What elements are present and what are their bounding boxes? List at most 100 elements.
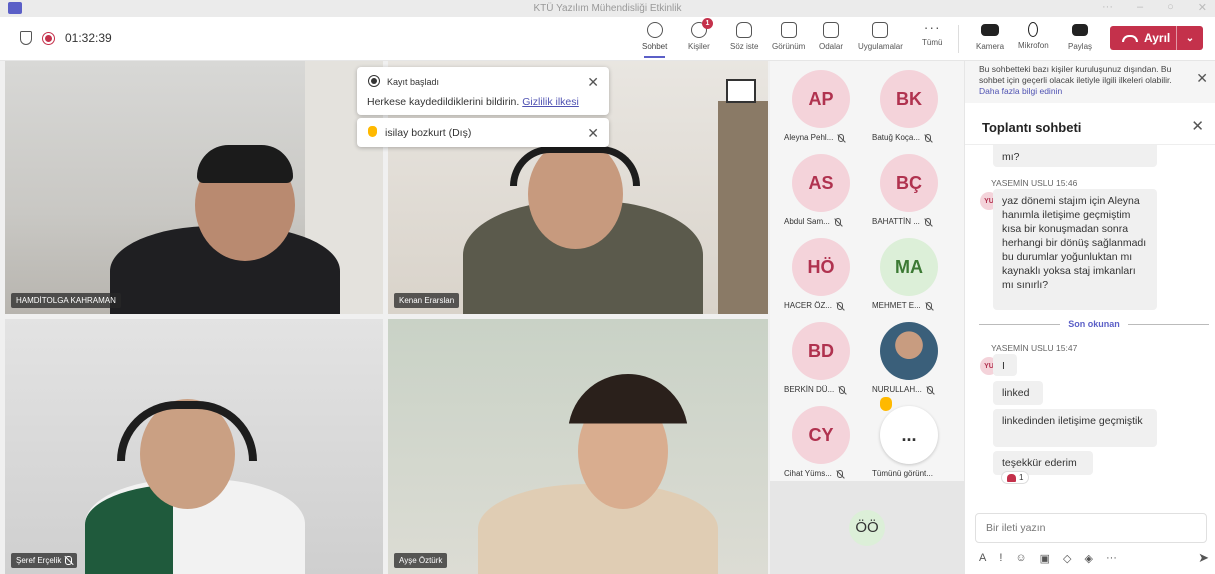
picture-frame bbox=[726, 79, 756, 103]
external-policy-banner: Bu sohbetteki bazı kişiler kuruluşunuz d… bbox=[965, 61, 1215, 103]
policy-text: Bu sohbetteki bazı kişiler kuruluşunuz d… bbox=[979, 64, 1172, 85]
participant-tile[interactable]: BK Batuğ Koça... bbox=[858, 61, 948, 142]
camera-button[interactable]: Kamera bbox=[976, 22, 1004, 51]
maximize-icon[interactable]: ○ bbox=[1167, 1, 1174, 14]
priority-icon[interactable]: ! bbox=[999, 552, 1002, 564]
message-text: teşekkür ederim bbox=[1002, 457, 1077, 469]
message-bubble: linked bbox=[993, 381, 1043, 405]
apps-button[interactable]: Uygulamalar bbox=[858, 22, 903, 51]
learn-more-link[interactable]: Daha fazla bilgi edinin bbox=[979, 86, 1062, 96]
close-icon[interactable]: ✕ bbox=[1191, 117, 1204, 135]
minimize-icon[interactable]: – bbox=[1137, 1, 1143, 14]
sticker-icon[interactable]: ◇ bbox=[1063, 552, 1071, 565]
rooms-button[interactable]: Odalar bbox=[819, 22, 843, 51]
recording-title: Kayıt başladı bbox=[387, 77, 440, 87]
last-read-divider: Son okunan bbox=[979, 319, 1209, 329]
recording-icon bbox=[368, 75, 380, 87]
title-bar: KTÜ Yazılım Mühendisliği Etkinlik ··· – … bbox=[0, 0, 1215, 17]
headphones bbox=[510, 146, 640, 186]
participant-name: BERKİN DÜ... bbox=[784, 385, 835, 394]
hand-icon bbox=[736, 22, 753, 38]
participant-name: Ayşe Öztürk bbox=[399, 556, 443, 565]
participant-tile[interactable]: BÇ BAHATTİN ... bbox=[858, 145, 948, 226]
more-options-icon[interactable]: ··· bbox=[1106, 552, 1117, 564]
mic-off-icon bbox=[839, 385, 846, 394]
chat-button[interactable]: Sohbet bbox=[642, 22, 668, 58]
camera-label: Kamera bbox=[976, 42, 1005, 51]
toolbar-divider bbox=[958, 25, 959, 53]
leave-button[interactable]: Ayrıl ⌄ bbox=[1110, 26, 1203, 50]
video-tile[interactable]: HAMDİTOLGA KAHRAMAN bbox=[5, 61, 383, 314]
hand-raised-notification: isilay bozkurt (Dış) ✕ bbox=[357, 118, 609, 147]
avatar: AS bbox=[792, 154, 850, 212]
plus-icon bbox=[872, 22, 889, 38]
hand-raised-text: isilay bozkurt (Dış) bbox=[385, 127, 472, 139]
meeting-toolbar: 01:32:39 Sohbet 1 Kişiler Söz iste Görün… bbox=[0, 17, 1215, 61]
people-label: Kişiler bbox=[688, 42, 710, 51]
participant-name: Abdul Sam... bbox=[784, 217, 830, 226]
chat-label: Sohbet bbox=[642, 42, 668, 51]
participant-tile[interactable]: AP Aleyna Pehl... bbox=[770, 61, 860, 142]
heart-icon bbox=[1007, 473, 1016, 482]
phone-icon bbox=[1122, 34, 1138, 42]
people-icon: 1 bbox=[690, 18, 713, 38]
meeting-status: 01:32:39 bbox=[20, 31, 112, 45]
view-button[interactable]: Görünüm bbox=[772, 22, 805, 51]
shield-icon bbox=[20, 31, 32, 45]
people-button[interactable]: 1 Kişiler bbox=[688, 18, 713, 51]
video-tile[interactable]: Şeref Erçelik bbox=[5, 319, 383, 574]
participant-tile[interactable]: AS Abdul Sam... bbox=[770, 145, 860, 226]
participant-name-tag: Ayşe Öztürk bbox=[394, 553, 448, 568]
raised-hand-icon bbox=[880, 397, 892, 411]
mic-label: Mikrofon bbox=[1018, 41, 1049, 50]
share-label: Paylaş bbox=[1068, 42, 1093, 51]
participant-tile[interactable]: MA MEHMET E... bbox=[858, 229, 948, 310]
message-bubble: linkedinden iletişime geçmiştik bbox=[993, 409, 1157, 447]
close-icon[interactable]: ✕ bbox=[1196, 71, 1208, 85]
share-button[interactable]: Paylaş bbox=[1068, 22, 1092, 51]
participant-name: Aleyna Pehl... bbox=[784, 133, 834, 142]
rooms-icon bbox=[823, 22, 839, 38]
more-icon[interactable]: ··· bbox=[1102, 1, 1113, 14]
mic-off-icon bbox=[836, 469, 843, 478]
message-list: mı? YASEMİN USLU 15:46 YU yaz dönemi sta… bbox=[965, 145, 1215, 507]
participant-name: NURULLAH... bbox=[872, 385, 922, 394]
mic-off-icon bbox=[924, 217, 931, 226]
mic-button[interactable]: Mikrofon bbox=[1018, 22, 1049, 50]
message-text: linked bbox=[1002, 387, 1030, 399]
close-icon[interactable]: ✕ bbox=[587, 74, 599, 91]
close-icon[interactable]: ✕ bbox=[587, 125, 599, 142]
share-icon bbox=[1072, 24, 1088, 36]
reaction-badge[interactable]: 1 bbox=[1001, 471, 1030, 484]
window-controls: ··· – ○ ✕ bbox=[1102, 1, 1207, 14]
participant-tile[interactable]: NURULLAH... bbox=[858, 313, 948, 394]
raise-hand-button[interactable]: Söz iste bbox=[730, 22, 758, 51]
view-all-button[interactable]: ... Tümünü görünt... bbox=[858, 397, 948, 478]
loop-icon[interactable]: ◈ bbox=[1085, 552, 1093, 565]
compose-placeholder: Bir ileti yazın bbox=[986, 522, 1046, 534]
more-button[interactable]: ··· Tümü bbox=[922, 20, 943, 47]
gif-icon[interactable]: ▣ bbox=[1040, 552, 1050, 565]
message-text: mı? bbox=[1002, 151, 1020, 163]
close-icon[interactable]: ✕ bbox=[1198, 1, 1207, 14]
avatar: BD bbox=[792, 322, 850, 380]
avatar: AP bbox=[792, 70, 850, 128]
participant-tile[interactable]: HÖ HACER ÖZ... bbox=[770, 229, 860, 310]
participant-name: Kenan Erarslan bbox=[399, 296, 455, 305]
video-tile[interactable]: Ayşe Öztürk bbox=[388, 319, 768, 574]
privacy-link[interactable]: Gizlilik ilkesi bbox=[522, 96, 579, 108]
avatar: BK bbox=[880, 70, 938, 128]
emoji-icon[interactable]: ☺ bbox=[1015, 552, 1026, 564]
more-label: Tümü bbox=[922, 38, 943, 47]
participant-name: Batuğ Koça... bbox=[872, 133, 921, 142]
format-icon[interactable]: A bbox=[979, 552, 986, 564]
message-input[interactable]: Bir ileti yazın bbox=[975, 513, 1207, 543]
participant-tile[interactable]: BD BERKİN DÜ... bbox=[770, 313, 860, 394]
mic-off-icon bbox=[1028, 22, 1039, 37]
participant-tile[interactable]: CY Cihat Yüms... bbox=[770, 397, 860, 478]
spotlight-tile[interactable]: ÖÖ bbox=[770, 481, 964, 574]
message-bubble: mı? bbox=[993, 145, 1157, 167]
send-icon[interactable]: ➤ bbox=[1198, 550, 1209, 566]
bookshelf bbox=[718, 101, 768, 314]
chevron-down-icon[interactable]: ⌄ bbox=[1176, 26, 1203, 50]
